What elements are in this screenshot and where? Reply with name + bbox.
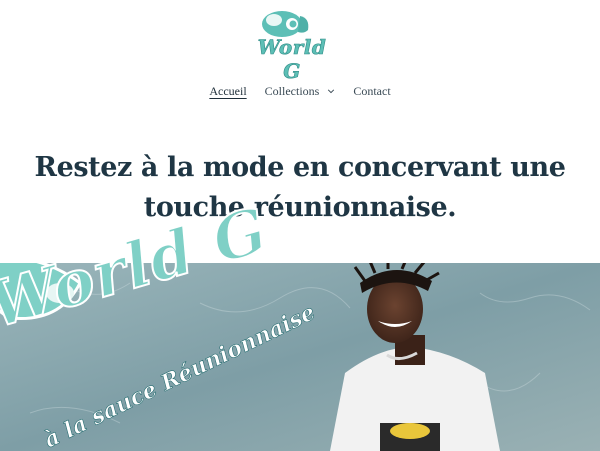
main-nav: Accueil Collections Contact — [0, 80, 600, 102]
nav-item-label: Contact — [353, 83, 391, 98]
nav-item-label: Collections — [264, 83, 320, 98]
logo-text: World G — [257, 35, 327, 84]
hero-title: Restez à la mode en concervant une touch… — [34, 152, 566, 223]
hero-section: Restez à la mode en concervant une touch… — [0, 148, 600, 228]
site-header: World G Accueil Collections Contact — [0, 0, 600, 110]
page: World G Accueil Collections Contact Rest… — [0, 0, 600, 451]
site-logo[interactable]: World G — [248, 8, 336, 83]
nav-item-collections[interactable]: Collections — [265, 84, 336, 99]
nav-item-accueil[interactable]: Accueil — [209, 84, 246, 99]
chevron-down-icon — [328, 89, 335, 94]
nav-item-label: Accueil — [209, 83, 247, 98]
nav-item-contact[interactable]: Contact — [353, 84, 390, 99]
